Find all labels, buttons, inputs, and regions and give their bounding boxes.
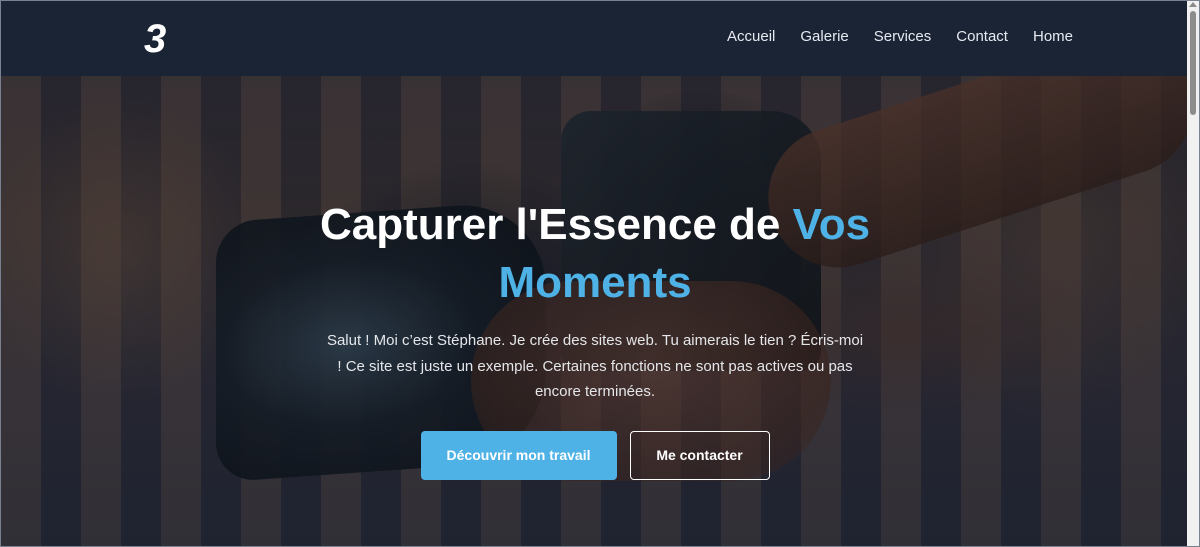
- nav-link-accueil[interactable]: Accueil: [727, 28, 775, 45]
- nav-links: Accueil Galerie Services Contact Home: [727, 28, 1073, 45]
- hero-headline: Capturer l'Essence de Vos Moments: [285, 196, 905, 312]
- scrollbar-thumb[interactable]: [1190, 11, 1196, 115]
- discover-work-button[interactable]: Découvrir mon travail: [420, 430, 617, 480]
- nav-link-home[interactable]: Home: [1033, 28, 1073, 45]
- nav-link-galerie[interactable]: Galerie: [800, 28, 848, 45]
- contact-me-button[interactable]: Me contacter: [629, 430, 770, 480]
- site-logo[interactable]: 3: [144, 19, 182, 59]
- nav-link-services[interactable]: Services: [874, 28, 932, 45]
- page-scrollbar[interactable]: [1187, 1, 1199, 546]
- nav-link-contact[interactable]: Contact: [956, 28, 1008, 45]
- headline-main: Capturer l'Essence de: [319, 200, 793, 249]
- hero-actions: Découvrir mon travail Me contacter: [1, 430, 1189, 480]
- hero-intro-text: Salut ! Moi c’est Stéphane. Je crée des …: [326, 332, 864, 400]
- navbar: 3 Accueil Galerie Services Contact Home: [1, 1, 1189, 76]
- hero-content: Capturer l'Essence de Vos Moments Salut …: [1, 196, 1189, 480]
- scroll-up-arrow-icon[interactable]: [1189, 2, 1197, 7]
- page: 3 Accueil Galerie Services Contact Home …: [0, 0, 1200, 547]
